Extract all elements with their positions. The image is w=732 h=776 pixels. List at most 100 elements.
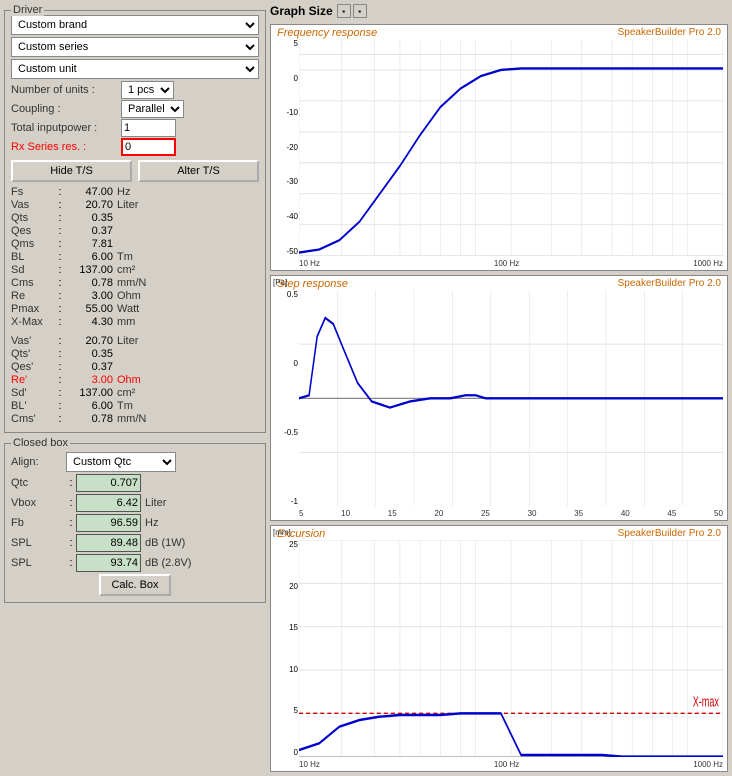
ts-row-qes2: Qes' : 0.37	[11, 361, 259, 373]
num-units-select[interactable]: 1 pcs	[121, 81, 174, 99]
ts-row-qes: Qes : 0.37	[11, 225, 259, 237]
series-dropdown-row: Custom series	[11, 37, 259, 57]
total-input-field[interactable]	[121, 119, 176, 137]
fb-input[interactable]	[76, 514, 141, 532]
ts-name-pmax: Pmax	[11, 303, 55, 315]
spl2-input[interactable]	[76, 554, 141, 572]
ts-unit-vas: Liter	[117, 199, 138, 211]
spl1-unit: dB (1W)	[145, 537, 185, 549]
ts-unit-bl: Tm	[117, 251, 133, 263]
vbox-input[interactable]	[76, 494, 141, 512]
step-svg	[299, 290, 723, 507]
ts-row-qts: Qts : 0.35	[11, 212, 259, 224]
alter-ts-button[interactable]: Alter T/S	[138, 160, 259, 182]
calc-box-button[interactable]: Calc. Box	[99, 574, 170, 596]
ts-unit-pmax: Watt	[117, 303, 139, 315]
spl2-label: SPL	[11, 557, 66, 569]
align-select[interactable]: Custom Qtc	[66, 452, 176, 472]
spl1-input[interactable]	[76, 534, 141, 552]
series-select[interactable]: Custom series	[11, 37, 259, 57]
hide-ts-button[interactable]: Hide T/S	[11, 160, 132, 182]
freq-graph-title: Frequency response	[277, 27, 377, 39]
ts-row-re: Re : 3.00 Ohm	[11, 290, 259, 302]
ts-row-sd: Sd : 137.00 cm²	[11, 264, 259, 276]
ts-val-pmax: 55.00	[65, 303, 117, 315]
fb-label: Fb	[11, 517, 66, 529]
qtc-input[interactable]	[76, 474, 141, 492]
exc-y-unit: [mm]	[273, 528, 291, 537]
graph-size-large-btn[interactable]: ▪	[353, 4, 367, 18]
coupling-select[interactable]: Parallel	[121, 100, 184, 118]
total-input-label: Total inputpower :	[11, 122, 121, 134]
ts-val-sd: 137.00	[65, 264, 117, 276]
ts-name-cms2: Cms'	[11, 413, 55, 425]
ts-row-vas: Vas : 20.70 Liter	[11, 199, 259, 211]
ts-val-vas: 20.70	[65, 199, 117, 211]
ts-unit-fs: Hz	[117, 186, 130, 198]
brand-select[interactable]: Custom brand	[11, 15, 259, 35]
graph-size-label: Graph Size	[270, 4, 333, 18]
graph-size-small-btn[interactable]: ▪	[337, 4, 351, 18]
coupling-row: Coupling : Parallel	[11, 100, 259, 118]
ts-name-qes2: Qes'	[11, 361, 55, 373]
ts-val-xmax: 4.30	[65, 316, 117, 328]
ts-row-sd2: Sd' : 137.00 cm²	[11, 387, 259, 399]
fb-row: Fb : Hz	[11, 514, 259, 532]
ts-name-cms: Cms	[11, 277, 55, 289]
svg-text:X-max: X-max	[693, 694, 720, 711]
ts-val-re: 3.00	[65, 290, 117, 302]
ts-row-qts2: Qts' : 0.35	[11, 348, 259, 360]
num-units-row: Number of units : 1 pcs	[11, 81, 259, 99]
ts-val-qes2: 0.37	[65, 361, 117, 373]
ts-row-bl2: BL' : 6.00 Tm	[11, 400, 259, 412]
step-y-unit: [Pa]	[273, 278, 287, 287]
excursion-graph-brand: SpeakerBuilder Pro 2.0	[618, 528, 721, 539]
driver-section: Driver Custom brand Custom series Custom…	[4, 10, 266, 433]
ts-name-qts: Qts	[11, 212, 55, 224]
ts-name-xmax: X-Max	[11, 316, 55, 328]
unit-select[interactable]: Custom unit	[11, 59, 259, 79]
ts-row-fs: Fs : 47.00 Hz	[11, 186, 259, 198]
ts-val-re2: 3.00	[65, 374, 117, 386]
ts-row-qms: Qms : 7.81	[11, 238, 259, 250]
ts-name-sd2: Sd'	[11, 387, 55, 399]
spl2-row: SPL : dB (2.8V)	[11, 554, 259, 572]
ts-val-cms2: 0.78	[65, 413, 117, 425]
fb-unit: Hz	[145, 517, 158, 529]
ts-val-qms: 7.81	[65, 238, 117, 250]
vbox-unit: Liter	[145, 497, 166, 509]
ts-name-sd: Sd	[11, 264, 55, 276]
ts-unit-cms: mm/N	[117, 277, 146, 289]
ts-val-fs: 47.00	[65, 186, 117, 198]
ts-name-qms: Qms	[11, 238, 55, 250]
ts-name-bl2: BL'	[11, 400, 55, 412]
brand-dropdown-row: Custom brand	[11, 15, 259, 35]
ts-row-bl: BL : 6.00 Tm	[11, 251, 259, 263]
ts-unit-re: Ohm	[117, 290, 141, 302]
ts-name-re2: Re'	[11, 374, 55, 386]
rx-input-field[interactable]	[121, 138, 176, 156]
closed-box-label: Closed box	[11, 437, 70, 449]
coupling-label: Coupling :	[11, 103, 121, 115]
vbox-label: Vbox	[11, 497, 66, 509]
step-x-labels: 5 10 15 20 25 30 35 40 45 50	[299, 509, 723, 518]
qtc-row: Qtc :	[11, 474, 259, 492]
align-label: Align:	[11, 456, 66, 468]
ts-row-vas2: Vas' : 20.70 Liter	[11, 335, 259, 347]
freq-y-axis: 5 0 -10 -20 -30 -40 -50	[272, 39, 298, 256]
ts-unit-vas2: Liter	[117, 335, 138, 347]
ts-val-sd2: 137.00	[65, 387, 117, 399]
exc-svg: X-max	[299, 540, 723, 757]
step-y-axis: 0.5 0 -0.5 -1	[272, 290, 298, 507]
ts-row-re2: Re' : 3.00 Ohm	[11, 374, 259, 386]
ts-unit-xmax: mm	[117, 316, 135, 328]
ts-button-row: Hide T/S Alter T/S	[11, 160, 259, 182]
exc-x-labels: 10 Hz 100 Hz 1000 Hz	[299, 760, 723, 769]
ts-val-qes: 0.37	[65, 225, 117, 237]
left-panel: Driver Custom brand Custom series Custom…	[0, 0, 270, 776]
ts-row-xmax: X-Max : 4.30 mm	[11, 316, 259, 328]
ts-name-fs: Fs	[11, 186, 55, 198]
ts-val-vas2: 20.70	[65, 335, 117, 347]
ts-name-qts2: Qts'	[11, 348, 55, 360]
ts-val-bl: 6.00	[65, 251, 117, 263]
